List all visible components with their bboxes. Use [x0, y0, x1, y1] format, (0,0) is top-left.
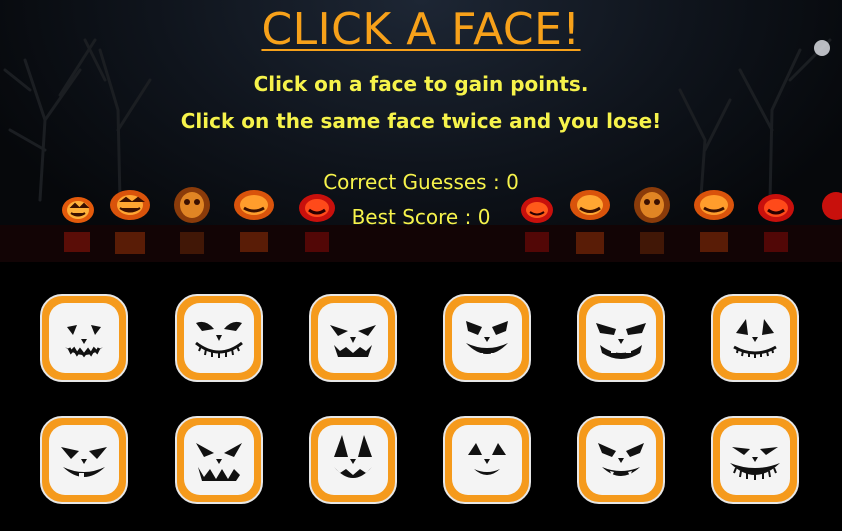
best-score-value: 0 — [477, 205, 491, 229]
instruction-line-2: Click on the same face twice and you los… — [180, 109, 662, 133]
jack-o-lantern-triangle-eyes-icon — [733, 319, 777, 358]
jack-o-lantern-grin-icon — [65, 325, 103, 358]
jack-o-lantern-fanged-grin-icon — [598, 443, 644, 476]
jack-o-lantern-gap-tooth-icon — [61, 447, 107, 479]
jack-o-lantern-stitched-smile-icon — [195, 321, 243, 358]
jack-o-lantern-scowl-icon — [596, 323, 646, 359]
jack-o-lantern-fanged-icon — [466, 321, 508, 360]
jack-o-lantern-angry-icon — [330, 325, 376, 357]
face-card-4[interactable] — [443, 294, 531, 382]
face-card-5[interactable] — [577, 294, 665, 382]
game-page: CLICK A FACE! Click on a face to gain po… — [0, 0, 842, 531]
correct-guesses-label: Correct Guesses : — [323, 170, 507, 194]
correct-guesses: Correct Guesses : 0 — [0, 170, 842, 194]
face-card-2[interactable] — [175, 294, 263, 382]
page-title: CLICK A FACE! — [261, 4, 581, 55]
jack-o-lantern-tall-eyes-icon — [334, 435, 372, 478]
face-card-11[interactable] — [577, 416, 665, 504]
face-card-1[interactable] — [40, 294, 128, 382]
face-card-6[interactable] — [711, 294, 799, 382]
best-score-label: Best Score : — [351, 205, 478, 229]
instruction-line-1: Click on a face to gain points. — [253, 72, 589, 96]
jack-o-lantern-small-smile-icon — [468, 443, 506, 475]
jack-o-lantern-wicked-grin-icon — [730, 447, 780, 480]
face-card-8[interactable] — [175, 416, 263, 504]
correct-guesses-value: 0 — [506, 170, 519, 194]
jack-o-lantern-zigzag-icon — [196, 443, 242, 481]
face-card-12[interactable] — [711, 416, 799, 504]
face-card-3[interactable] — [309, 294, 397, 382]
face-card-10[interactable] — [443, 416, 531, 504]
face-card-9[interactable] — [309, 416, 397, 504]
best-score: Best Score : 0 — [0, 205, 842, 229]
face-card-7[interactable] — [40, 416, 128, 504]
